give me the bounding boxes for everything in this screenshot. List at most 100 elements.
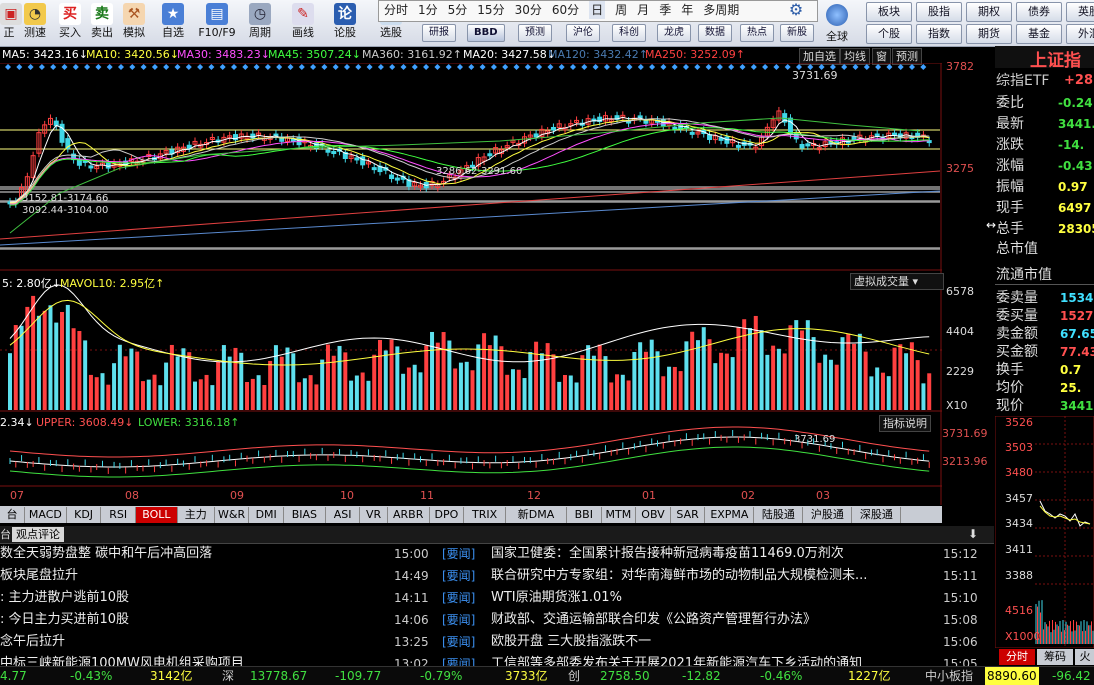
market-button-1-3[interactable]: 基金 <box>1016 24 1062 44</box>
news-right-tag-1[interactable]: [要闻] <box>442 565 475 587</box>
toolbar-button-1[interactable]: ◔ 测速 <box>20 2 50 44</box>
period-option-7[interactable]: 周 <box>615 1 627 19</box>
indicator-tab-11[interactable]: ARBR <box>388 507 430 523</box>
news-right-title-3[interactable]: 财政部、交通运输部联合印发《公路资产管理暂行办法》 <box>491 609 931 631</box>
mini-y-6: 3388 <box>1005 569 1033 582</box>
news-right-title-4[interactable]: 欧股开盘 三大股指涨跌不一 <box>491 631 931 653</box>
news-left-title-4[interactable]: 念午后拉升 <box>0 631 385 653</box>
sub-button-4[interactable]: 科创 <box>612 24 646 42</box>
period-option-2[interactable]: 5分 <box>448 1 468 19</box>
indicator-tab-4[interactable]: BOLL <box>136 507 178 523</box>
toolbar-button-9[interactable]: 论论股 <box>330 2 360 44</box>
globe-icon[interactable] <box>826 4 848 26</box>
news-right-tag-4[interactable]: [要闻] <box>442 631 475 653</box>
toolbar-label-7: 周期 <box>249 26 271 39</box>
news-left-title-2[interactable]: : 主力进散户逃前10股 <box>0 587 385 609</box>
period-option-11[interactable]: 多周期 <box>703 1 739 19</box>
indicator-tab-20[interactable]: 陆股通 <box>754 507 804 523</box>
news-right-tag-0[interactable]: [要闻] <box>442 543 475 565</box>
indicator-tab-21[interactable]: 沪股通 <box>803 507 853 523</box>
indicator-tab-3[interactable]: RSI <box>101 507 136 523</box>
news-right-title-2[interactable]: WTI原油期货涨1.01% <box>491 587 931 609</box>
toolbar-button-2[interactable]: 买买入 <box>56 2 84 44</box>
indicator-tab-10[interactable]: VR <box>360 507 388 523</box>
indicator-tab-0[interactable]: 台 <box>0 507 25 523</box>
sub-button-1[interactable]: BBD <box>467 24 505 42</box>
indicator-tab-8[interactable]: BIAS <box>284 507 326 523</box>
toolbar-button-7[interactable]: ◷ 周期 <box>243 2 277 44</box>
news-right-tag-2[interactable]: [要闻] <box>442 587 475 609</box>
indicator-tab-17[interactable]: OBV <box>636 507 671 523</box>
mavol-label: MAVOL10: 2.95亿↑ <box>60 277 165 290</box>
period-option-8[interactable]: 月 <box>637 1 649 19</box>
download-icon[interactable]: ⬇ <box>968 527 978 541</box>
settings-gear-icon[interactable]: ⚙ <box>787 1 805 19</box>
sub-button-5[interactable]: 龙虎 <box>657 24 691 42</box>
ticker-item-7: 3733亿 <box>505 669 548 683</box>
indicator-tab-14[interactable]: 新DMA <box>506 507 567 523</box>
news-left-title-1[interactable]: 板块尾盘拉升 <box>0 565 385 587</box>
indicator-tab-2[interactable]: KDJ <box>67 507 102 523</box>
global-label[interactable]: 全球 <box>826 28 848 44</box>
news-tab-0[interactable]: 台 <box>0 527 11 542</box>
indicator-tab-15[interactable]: BBI <box>567 507 602 523</box>
market-button-1-4[interactable]: 外汇 <box>1066 24 1094 44</box>
sub-button-7[interactable]: 热点 <box>740 24 774 42</box>
news-left-title-3[interactable]: : 今日主力买进前10股 <box>0 609 385 631</box>
volume-type-dropdown[interactable]: 虚拟成交量 ▾ <box>850 273 944 290</box>
market-button-0-3[interactable]: 债券 <box>1016 2 1062 22</box>
period-option-6[interactable]: 日 <box>589 1 606 19</box>
x-tick-8: 03 <box>816 489 830 502</box>
sub-button-0[interactable]: 研报 <box>422 24 456 42</box>
price-y-mid: 3275 <box>946 162 974 175</box>
sub-button-8[interactable]: 新股 <box>780 24 814 42</box>
indicator-tab-5[interactable]: 主力 <box>178 507 215 523</box>
period-option-10[interactable]: 年 <box>681 1 693 19</box>
market-button-1-0[interactable]: 个股 <box>866 24 912 44</box>
toolbar-button-6[interactable]: ▤ F10/F9 <box>197 2 237 44</box>
market-button-1-2[interactable]: 期货 <box>966 24 1012 44</box>
toolbar-button-4[interactable]: ⚒ 模拟 <box>119 2 149 44</box>
toolbar-button-3[interactable]: 卖卖出 <box>88 2 116 44</box>
period-option-9[interactable]: 季 <box>659 1 671 19</box>
news-right-title-1[interactable]: 联合研究中方专家组：对华南海鲜市场的动物制品大规模检测未... <box>491 565 931 587</box>
period-option-0[interactable]: 分时 <box>384 1 408 19</box>
market-button-0-1[interactable]: 股指 <box>916 2 962 22</box>
market-button-0-4[interactable]: 英股 <box>1066 2 1094 22</box>
toolbar-button-5[interactable]: ★ 自选 <box>157 2 189 44</box>
sub-button-6[interactable]: 数据 <box>698 24 732 42</box>
market-button-0-2[interactable]: 期权 <box>966 2 1012 22</box>
indicator-tab-6[interactable]: W&R <box>215 507 250 523</box>
toolbar-button-0[interactable]: ▣ 正 <box>0 2 22 44</box>
indicator-tab-7[interactable]: DMI <box>249 507 284 523</box>
period-option-3[interactable]: 15分 <box>477 1 504 19</box>
period-option-1[interactable]: 1分 <box>418 1 438 19</box>
mini-tab-0[interactable]: 分时 <box>999 649 1035 665</box>
sub-button-2[interactable]: 预测 <box>518 24 552 42</box>
indicator-help-button[interactable]: 指标说明 <box>879 415 931 432</box>
news-tab-opinion[interactable]: 观点评论 <box>12 527 64 542</box>
news-right-title-0[interactable]: 国家卫健委：全国累计报告接种新冠病毒疫苗11469.0万剂次 <box>491 543 931 565</box>
market-button-0-0[interactable]: 板块 <box>866 2 912 22</box>
period-option-5[interactable]: 60分 <box>552 1 579 19</box>
indicator-tab-12[interactable]: DPO <box>430 507 465 523</box>
news-left-title-0[interactable]: 数全天弱势盘整 碳中和午后冲高回落 <box>0 543 385 565</box>
sub-button-3[interactable]: 沪伦 <box>566 24 600 42</box>
market-button-1-1[interactable]: 指数 <box>916 24 962 44</box>
toolbar-button-8[interactable]: ✎ 画线 <box>285 2 321 44</box>
indicator-tab-19[interactable]: EXPMA <box>705 507 755 523</box>
ticker-item-11: -0.46% <box>760 669 803 683</box>
period-option-4[interactable]: 30分 <box>515 1 542 19</box>
quote-label-2: 涨跌 <box>996 137 1024 153</box>
mini-tab-1[interactable]: 筹码 <box>1037 649 1073 665</box>
toolbar-label-10: 选股 <box>380 26 402 39</box>
mini-tab-2[interactable]: 火 <box>1075 649 1094 665</box>
indicator-tab-16[interactable]: MTM <box>602 507 637 523</box>
indicator-tab-1[interactable]: MACD <box>25 507 67 523</box>
indicator-tab-18[interactable]: SAR <box>671 507 706 523</box>
indicator-tab-22[interactable]: 深股通 <box>852 507 902 523</box>
news-right-tag-3[interactable]: [要闻] <box>442 609 475 631</box>
indicator-tab-13[interactable]: TRIX <box>464 507 506 523</box>
panel-divider <box>995 284 1094 285</box>
indicator-tab-9[interactable]: ASI <box>326 507 361 523</box>
